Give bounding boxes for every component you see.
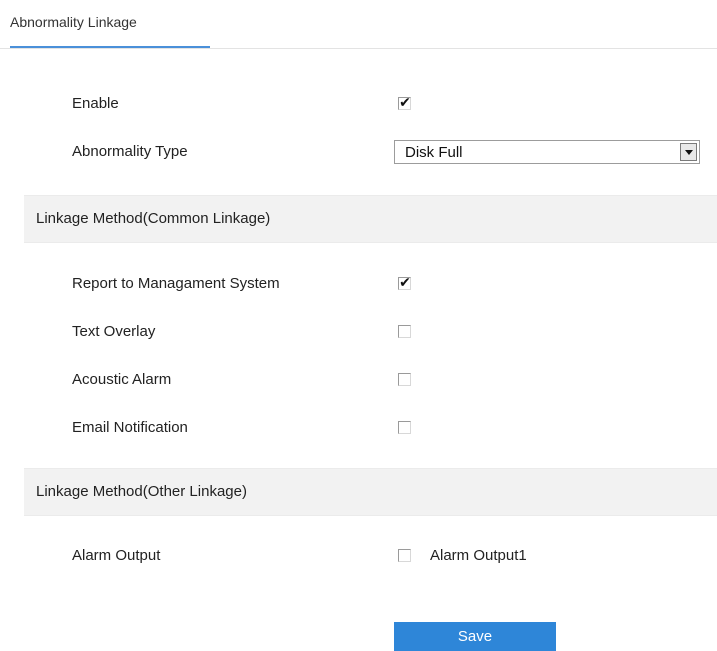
acoustic-alarm-label: Acoustic Alarm <box>72 371 172 388</box>
enable-checkbox[interactable]: ✔ <box>398 94 411 110</box>
common-linkage-item: Text Overlay <box>0 318 717 348</box>
check-mark-icon <box>399 546 411 562</box>
report-to-management-label: Report to Managament System <box>72 275 280 292</box>
section-title-other-linkage: Linkage Method(Other Linkage) <box>36 483 247 500</box>
tab-abnormality-linkage[interactable]: Abnormality Linkage <box>10 0 210 48</box>
section-header-common-linkage: Linkage Method(Common Linkage) <box>24 195 717 243</box>
section-header-other-linkage: Linkage Method(Other Linkage) <box>24 468 717 516</box>
enable-label: Enable <box>72 95 119 112</box>
tab-label: Abnormality Linkage <box>10 14 137 30</box>
alarm-output-row: Alarm Output Alarm Output1 <box>0 542 717 572</box>
text-overlay-label: Text Overlay <box>72 323 156 340</box>
check-mark-icon <box>399 418 411 434</box>
check-mark-icon <box>399 370 411 386</box>
abnormality-type-value: Disk Full <box>405 144 463 161</box>
alarm-output1-label: Alarm Output1 <box>430 547 527 564</box>
chevron-down-icon <box>685 150 693 155</box>
common-linkage-item: Report to Managament System ✔ <box>0 270 717 300</box>
check-mark-icon <box>399 322 411 338</box>
report-to-management-checkbox[interactable]: ✔ <box>398 274 411 290</box>
enable-row: Enable ✔ <box>0 90 717 120</box>
email-notification-checkbox[interactable] <box>398 421 411 434</box>
check-mark-icon: ✔ <box>399 94 411 110</box>
tab-bar: Abnormality Linkage <box>0 0 717 49</box>
check-mark-icon: ✔ <box>399 274 411 290</box>
abnormality-type-select[interactable]: Disk Full <box>394 140 700 164</box>
text-overlay-checkbox[interactable] <box>398 325 411 338</box>
save-button[interactable]: Save <box>394 622 556 651</box>
acoustic-alarm-checkbox[interactable] <box>398 373 411 386</box>
section-title-common-linkage: Linkage Method(Common Linkage) <box>36 210 271 227</box>
common-linkage-item: Email Notification <box>0 414 717 444</box>
abnormality-type-label: Abnormality Type <box>72 143 188 160</box>
common-linkage-item: Acoustic Alarm <box>0 366 717 396</box>
email-notification-label: Email Notification <box>72 419 188 436</box>
dropdown-button[interactable] <box>680 143 697 161</box>
alarm-output-label: Alarm Output <box>72 547 161 564</box>
alarm-output1-checkbox[interactable] <box>398 549 411 562</box>
